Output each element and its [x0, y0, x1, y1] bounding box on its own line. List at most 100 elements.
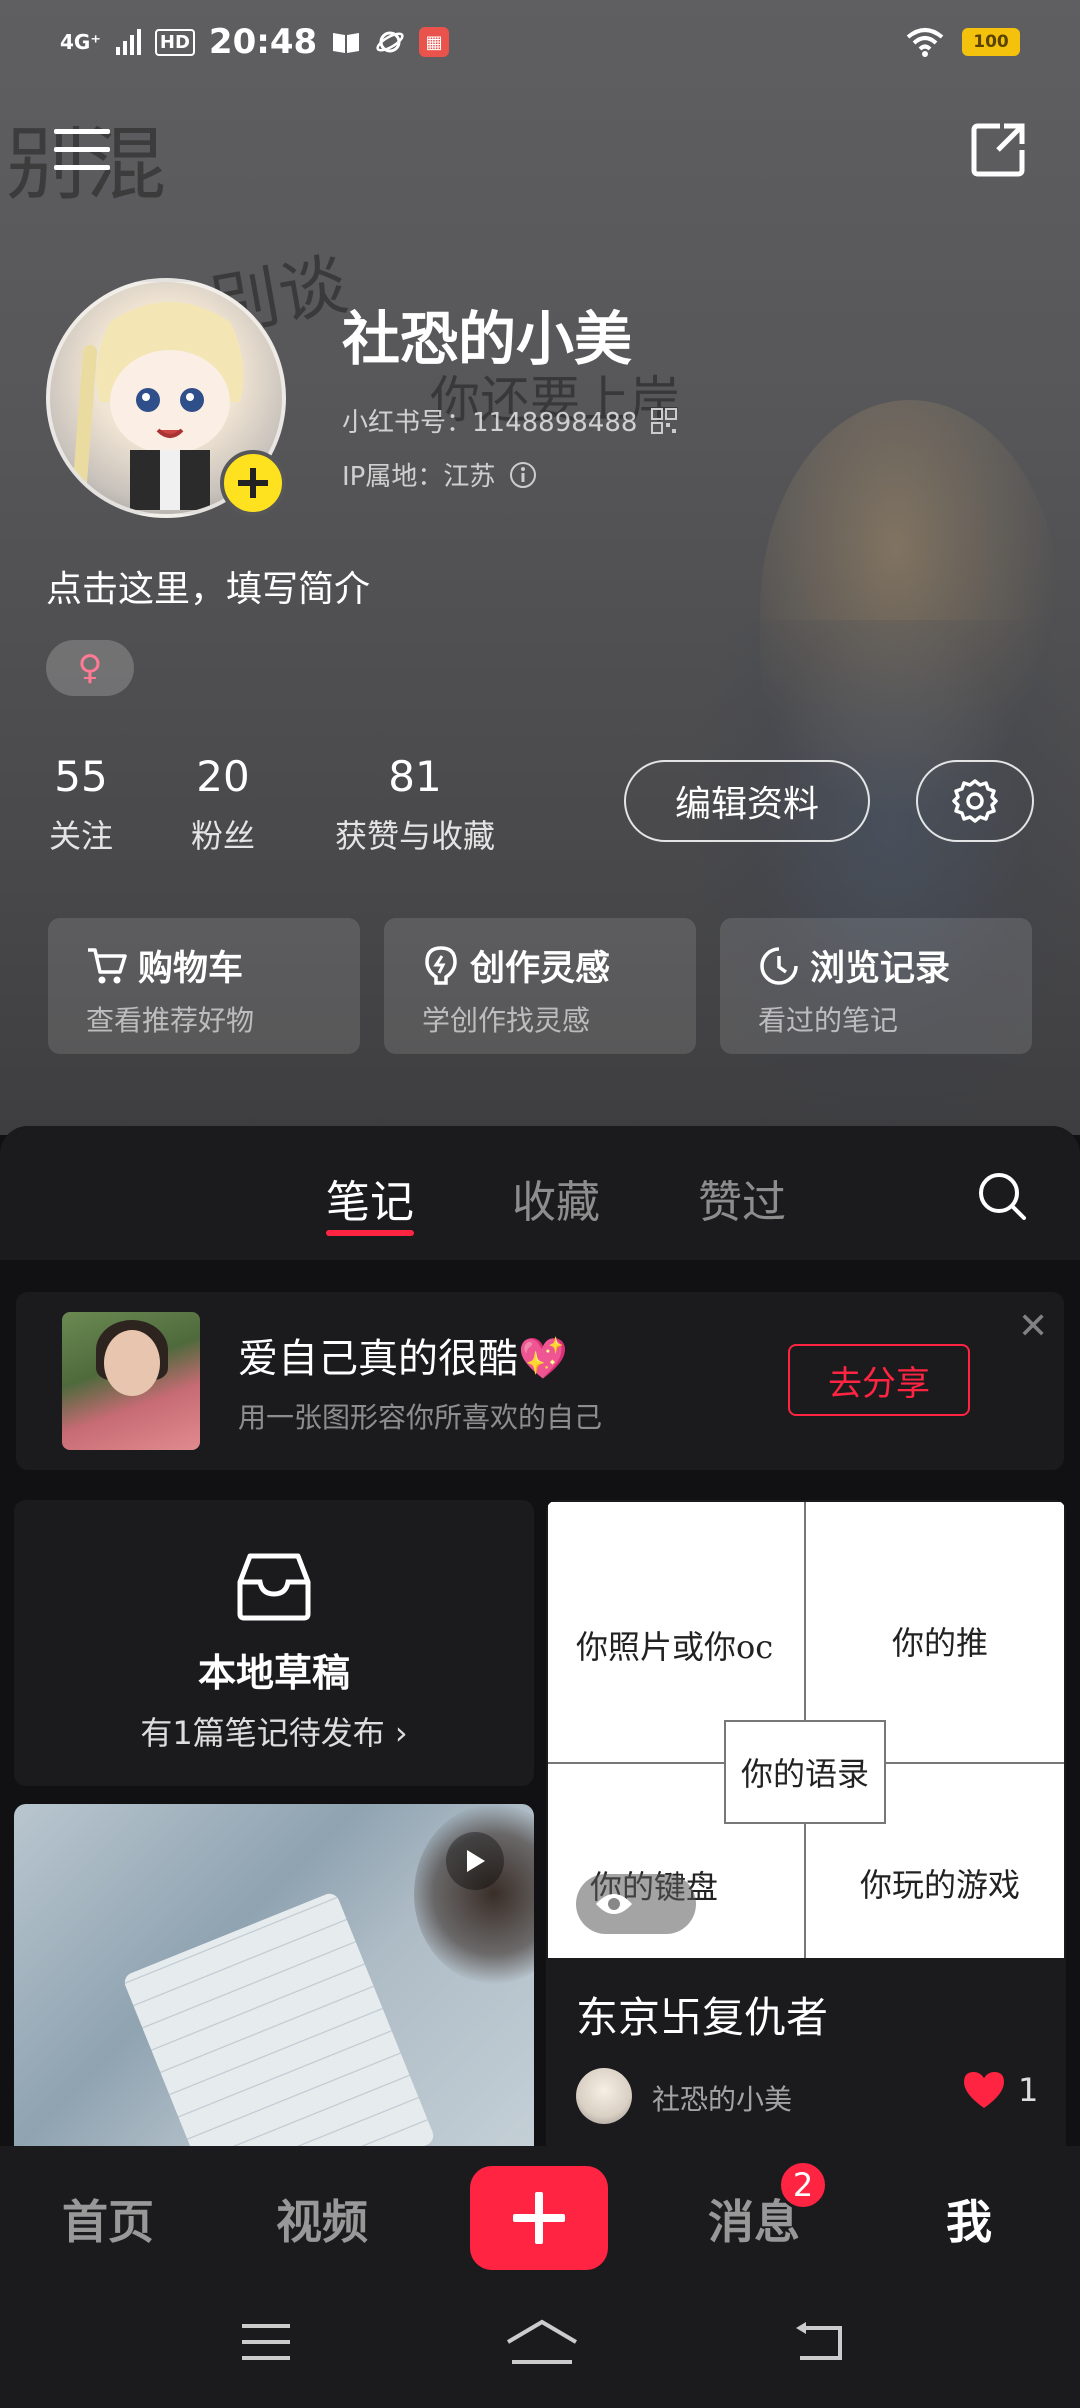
- heart-icon: [964, 2072, 1004, 2108]
- system-menu-button[interactable]: [238, 2318, 302, 2374]
- quick-link-cart[interactable]: 购物车 查看推荐好物: [48, 918, 360, 1054]
- quick-link-history[interactable]: 浏览记录 看过的笔记: [720, 918, 1032, 1054]
- tab-collections[interactable]: 收藏: [512, 1166, 600, 1230]
- battery-indicator: 100: [962, 28, 1020, 56]
- stat-following-label: 关注: [48, 817, 113, 855]
- clock-icon: [760, 946, 798, 985]
- lightbulb-icon: [425, 945, 457, 985]
- redbook-id: 小红书号：1148898488: [342, 408, 638, 438]
- nav-home[interactable]: 首页: [62, 2186, 154, 2252]
- banner-title: 爱自己真的很酷💖: [238, 1336, 568, 1382]
- quick-link-inspiration[interactable]: 创作灵感 学创作找灵感: [384, 918, 696, 1054]
- background-sketch-jacket: [700, 620, 1080, 1135]
- cart-icon: [88, 947, 127, 983]
- stat-following-value: 55: [54, 752, 108, 801]
- nav-video[interactable]: 视频: [276, 2186, 368, 2252]
- nav-me[interactable]: 我: [946, 2186, 992, 2252]
- note-author: 社恐的小美: [652, 2083, 793, 2116]
- quick-link-cart-subtitle: 查看推荐好物: [86, 1004, 255, 1037]
- play-icon: [467, 1850, 485, 1872]
- hd-indicator: HD: [154, 28, 195, 56]
- wifi-icon: [906, 28, 944, 57]
- system-navigation-bar: [0, 2286, 1080, 2408]
- cover-text-top-right: 你的推: [892, 1624, 989, 1662]
- nickname: 社恐的小美: [342, 305, 633, 373]
- qrcode-icon: [651, 407, 678, 434]
- menu-button[interactable]: [50, 118, 114, 182]
- note-like-button[interactable]: 1: [962, 2070, 1038, 2110]
- video-thumbnail-hair: [414, 1804, 534, 1984]
- banner-thumbnail-face: [104, 1330, 160, 1396]
- stat-followers-value: 20: [196, 752, 250, 801]
- video-note-card[interactable]: [14, 1804, 534, 2146]
- system-home-button[interactable]: [504, 2318, 580, 2374]
- network-indicator: 4G⁺: [60, 30, 101, 54]
- stat-followers-label: 粉丝: [190, 817, 255, 855]
- share-prompt-banner[interactable]: 爱自己真的很酷💖 用一张图形容你所喜欢的自己 去分享 ✕: [16, 1292, 1064, 1470]
- go-share-button[interactable]: 去分享: [788, 1344, 970, 1416]
- ip-location: IP属地：江苏: [342, 462, 496, 492]
- planet-app-icon: [376, 31, 404, 53]
- edit-profile-button[interactable]: 编辑资料: [624, 760, 870, 842]
- local-drafts-card[interactable]: 本地草稿 有1篇笔记待发布 ›: [14, 1500, 534, 1786]
- messages-badge: 2: [778, 2160, 828, 2210]
- stat-likes-collects-label: 获赞与收藏: [334, 817, 495, 855]
- note-title: 东京卐复仇者: [576, 1993, 829, 2042]
- note-like-count: 1: [1018, 2071, 1039, 2109]
- stat-followers[interactable]: 20 粉丝: [188, 752, 258, 857]
- cover-text-bottom-right: 你玩的游戏: [860, 1866, 1021, 1904]
- status-bar: 4G⁺ HD 20:48 ▦ 100: [0, 0, 1080, 84]
- image-note-card[interactable]: 你照片或你oc 你的推 你的键盘 你玩的游戏 你的语录 东京卐复仇者 社恐的小美…: [546, 1500, 1066, 2146]
- stat-following[interactable]: 55 关注: [46, 752, 116, 857]
- ip-location-row[interactable]: IP属地：江苏: [342, 456, 537, 493]
- settings-button[interactable]: [916, 760, 1034, 842]
- profile-header: 别混 别谈 你还要上岸 4G⁺ HD 20:48 ▦ 100 社恐的小美 小红书…: [0, 0, 1080, 1135]
- eye-icon: [596, 1894, 632, 1914]
- active-tab-indicator: [326, 1230, 414, 1236]
- back-icon: [796, 2322, 842, 2360]
- quick-link-inspiration-title: 创作灵感: [470, 949, 611, 989]
- plus-icon: [513, 2192, 565, 2244]
- info-icon: [510, 461, 537, 488]
- bio-prompt[interactable]: 点击这里，填写简介: [46, 560, 370, 612]
- tab-notes[interactable]: 笔记: [326, 1166, 414, 1230]
- menu-icon: [54, 129, 110, 170]
- drafts-title: 本地草稿: [197, 1651, 350, 1695]
- bottom-nav: 首页 视频 消息 2 我: [0, 2146, 1080, 2286]
- quick-link-cart-title: 购物车: [138, 949, 244, 989]
- search-button[interactable]: [974, 1168, 1030, 1224]
- signal-icon: [115, 29, 141, 55]
- stat-likes-collects[interactable]: 81 获赞与收藏: [330, 752, 500, 857]
- system-back-button[interactable]: [792, 2318, 856, 2374]
- plus-icon: [238, 468, 268, 498]
- banner-subtitle: 用一张图形容你所喜欢的自己: [238, 1401, 603, 1434]
- quick-link-history-title: 浏览记录: [810, 949, 951, 989]
- close-icon[interactable]: ✕: [1018, 1306, 1048, 1347]
- content-tabs: 笔记 收藏 赞过: [0, 1126, 1080, 1260]
- content-panel: 笔记 收藏 赞过 爱自己真的很酷💖 用一张图形容你所喜欢的自己 去分享 ✕ 本地…: [0, 1126, 1080, 2146]
- status-time: 20:48: [208, 22, 318, 62]
- share-icon: [971, 123, 1025, 177]
- search-icon: [979, 1173, 1026, 1220]
- video-thumbnail-paper: [121, 1890, 437, 2146]
- redbook-id-row[interactable]: 小红书号：1148898488: [342, 402, 678, 439]
- share-button[interactable]: [966, 118, 1030, 182]
- note-cover-image: 你照片或你oc 你的推 你的键盘 你玩的游戏 你的语录: [548, 1502, 1064, 1958]
- inbox-icon: [237, 1553, 311, 1621]
- drafts-subtitle: 有1篇笔记待发布 ›: [140, 1714, 408, 1752]
- book-app-icon: [333, 33, 360, 53]
- quick-link-inspiration-subtitle: 学创作找灵感: [422, 1004, 591, 1037]
- app-notification-icon: ▦: [419, 27, 450, 57]
- menu-icon: [242, 2324, 290, 2360]
- tab-liked[interactable]: 赞过: [698, 1166, 786, 1230]
- add-avatar-button[interactable]: [220, 450, 286, 516]
- visibility-badge: [576, 1874, 696, 1934]
- home-icon: [506, 2319, 578, 2364]
- cover-text-top-left: 你照片或你oc: [576, 1628, 774, 1666]
- settings-icon: [952, 779, 998, 823]
- note-author-avatar: [576, 2068, 632, 2124]
- cover-text-center: 你的语录: [724, 1720, 886, 1824]
- gender-badge: ♀: [46, 640, 134, 696]
- create-post-button[interactable]: [470, 2166, 608, 2270]
- stat-likes-collects-value: 81: [388, 752, 442, 801]
